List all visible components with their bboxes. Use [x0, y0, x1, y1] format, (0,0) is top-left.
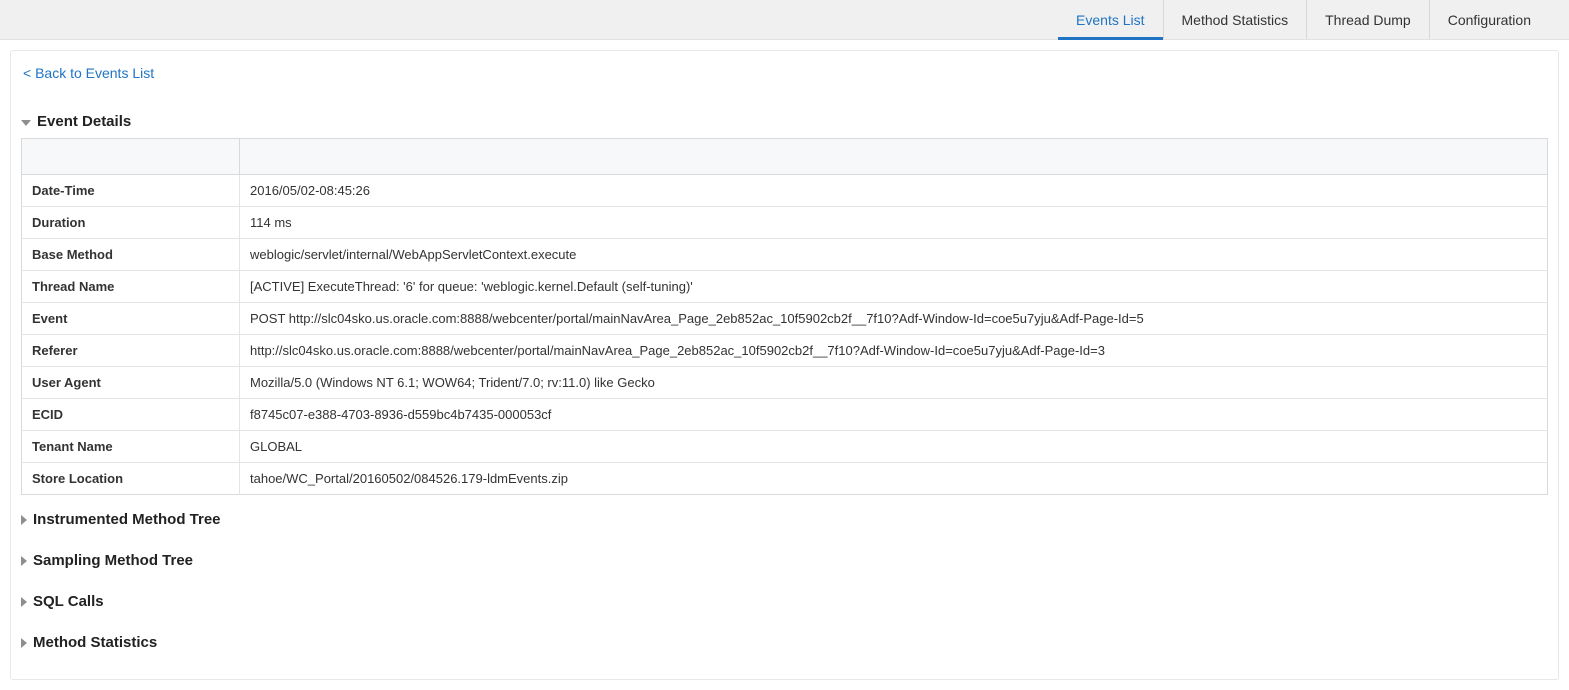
tab-label: Method Statistics: [1182, 12, 1289, 28]
section-header-sql-calls[interactable]: SQL Calls: [21, 585, 1548, 618]
detail-key: Duration: [22, 207, 240, 239]
chevron-right-icon: [21, 638, 27, 648]
tab-thread-dump[interactable]: Thread Dump: [1307, 0, 1430, 39]
tab-label: Configuration: [1448, 12, 1531, 28]
chevron-down-icon: [21, 120, 31, 126]
detail-value: http://slc04sko.us.oracle.com:8888/webce…: [240, 335, 1548, 367]
table-row: User Agent Mozilla/5.0 (Windows NT 6.1; …: [22, 367, 1548, 399]
page-panel: < Back to Events List Event Details Date…: [10, 50, 1559, 680]
detail-key: ECID: [22, 399, 240, 431]
detail-value: 2016/05/02-08:45:26: [240, 175, 1548, 207]
chevron-right-icon: [21, 556, 27, 566]
section-header-instrumented-method-tree[interactable]: Instrumented Method Tree: [21, 503, 1548, 536]
section-title: Instrumented Method Tree: [33, 511, 221, 528]
section-event-details: Event Details Date-Time 2016/05/02-08:45…: [21, 105, 1548, 495]
detail-key: Base Method: [22, 239, 240, 271]
section-title: Event Details: [37, 113, 131, 130]
detail-value: weblogic/servlet/internal/WebAppServletC…: [240, 239, 1548, 271]
detail-key: Event: [22, 303, 240, 335]
section-header-method-statistics[interactable]: Method Statistics: [21, 626, 1548, 659]
chevron-right-icon: [21, 597, 27, 607]
tab-method-statistics[interactable]: Method Statistics: [1164, 0, 1308, 39]
table-row: Duration 114 ms: [22, 207, 1548, 239]
section-header-event-details[interactable]: Event Details: [21, 105, 1548, 138]
tabs: Events List Method Statistics Thread Dum…: [1058, 0, 1549, 39]
table-row: Referer http://slc04sko.us.oracle.com:88…: [22, 335, 1548, 367]
detail-value: Mozilla/5.0 (Windows NT 6.1; WOW64; Trid…: [240, 367, 1548, 399]
detail-key: User Agent: [22, 367, 240, 399]
section-title: SQL Calls: [33, 593, 104, 610]
section-instrumented-method-tree: Instrumented Method Tree: [21, 503, 1548, 536]
tab-label: Thread Dump: [1325, 12, 1411, 28]
tab-events-list[interactable]: Events List: [1058, 0, 1163, 39]
table-row: Store Location tahoe/WC_Portal/20160502/…: [22, 463, 1548, 495]
detail-value: [ACTIVE] ExecuteThread: '6' for queue: '…: [240, 271, 1548, 303]
detail-value: f8745c07-e388-4703-8936-d559bc4b7435-000…: [240, 399, 1548, 431]
tab-configuration[interactable]: Configuration: [1430, 0, 1549, 39]
section-title: Method Statistics: [33, 634, 157, 651]
detail-key: Thread Name: [22, 271, 240, 303]
detail-value: POST http://slc04sko.us.oracle.com:8888/…: [240, 303, 1548, 335]
table-row: Date-Time 2016/05/02-08:45:26: [22, 175, 1548, 207]
section-method-statistics: Method Statistics: [21, 626, 1548, 659]
detail-key: Date-Time: [22, 175, 240, 207]
detail-key: Store Location: [22, 463, 240, 495]
detail-value: tahoe/WC_Portal/20160502/084526.179-ldmE…: [240, 463, 1548, 495]
table-row: Tenant Name GLOBAL: [22, 431, 1548, 463]
table-header-blank-key: [22, 139, 240, 175]
detail-value: 114 ms: [240, 207, 1548, 239]
table-row: Base Method weblogic/servlet/internal/We…: [22, 239, 1548, 271]
section-sql-calls: SQL Calls: [21, 585, 1548, 618]
table-header-blank-value: [240, 139, 1548, 175]
tab-label: Events List: [1076, 12, 1144, 28]
detail-key: Referer: [22, 335, 240, 367]
detail-key: Tenant Name: [22, 431, 240, 463]
table-row: Event POST http://slc04sko.us.oracle.com…: [22, 303, 1548, 335]
section-sampling-method-tree: Sampling Method Tree: [21, 544, 1548, 577]
section-title: Sampling Method Tree: [33, 552, 193, 569]
table-row: ECID f8745c07-e388-4703-8936-d559bc4b743…: [22, 399, 1548, 431]
chevron-right-icon: [21, 515, 27, 525]
table-row: Thread Name [ACTIVE] ExecuteThread: '6' …: [22, 271, 1548, 303]
section-header-sampling-method-tree[interactable]: Sampling Method Tree: [21, 544, 1548, 577]
back-to-events-list-link[interactable]: < Back to Events List: [11, 51, 154, 95]
detail-value: GLOBAL: [240, 431, 1548, 463]
top-tab-bar: Events List Method Statistics Thread Dum…: [0, 0, 1569, 40]
event-details-table: Date-Time 2016/05/02-08:45:26 Duration 1…: [21, 138, 1548, 495]
